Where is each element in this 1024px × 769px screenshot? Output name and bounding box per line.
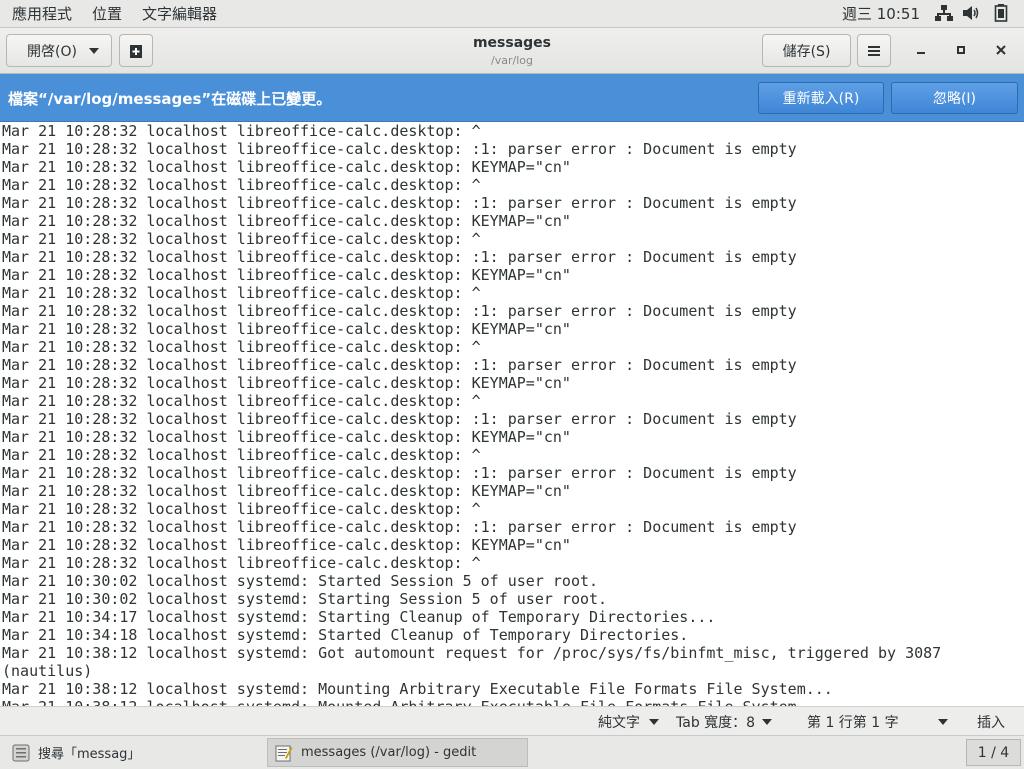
status-bar: 純文字 Tab 寬度：8 第 1 行第 1 字 插入 [0,706,1024,735]
chevron-down-icon [89,48,99,54]
text-line: Mar 21 10:28:32 localhost libreoffice-ca… [2,140,797,158]
chevron-down-icon [649,719,659,725]
text-editor-area[interactable]: Mar 21 10:28:32 localhost libreoffice-ca… [0,122,1024,706]
top-bar: 應用程式 位置 文字編輯器 週三 10:51 [0,0,1024,28]
taskbar-item-label: 搜尋「messag」 [38,747,141,762]
app-menu[interactable]: 文字編輯器 [132,3,227,24]
volume-icon[interactable] [962,4,980,22]
new-document-icon [130,44,142,58]
text-line: Mar 21 10:38:12 localhost systemd: Mount… [2,680,833,698]
text-line: Mar 21 10:28:32 localhost libreoffice-ca… [2,536,571,554]
file-manager-icon [12,744,30,761]
taskbar-item-gedit[interactable]: messages (/var/log) - gedit [267,738,528,767]
maximize-button[interactable] [949,38,973,62]
workspace-pager[interactable]: 1 / 4 [966,739,1021,766]
text-line: Mar 21 10:38:12 localhost systemd: Mount… [2,698,806,706]
text-line: Mar 21 10:30:02 localhost systemd: Start… [2,572,599,590]
text-line: Mar 21 10:28:32 localhost libreoffice-ca… [2,554,481,572]
reload-button[interactable]: 重新載入(R) [758,82,884,114]
text-line: Mar 21 10:28:32 localhost libreoffice-ca… [2,320,571,338]
minimize-icon [917,52,925,54]
text-line: Mar 21 10:28:32 localhost libreoffice-ca… [2,356,797,374]
syntax-selector[interactable]: 純文字 [598,712,640,732]
text-line: (nautilus) [2,662,93,680]
minimize-button[interactable] [909,38,933,62]
text-line: Mar 21 10:28:32 localhost libreoffice-ca… [2,392,481,410]
close-button[interactable] [989,38,1013,62]
text-line: Mar 21 10:34:17 localhost systemd: Start… [2,608,716,626]
text-line: Mar 21 10:28:32 localhost libreoffice-ca… [2,446,481,464]
taskbar-item-search[interactable]: 搜尋「messag」 [4,738,262,767]
text-line: Mar 21 10:28:32 localhost libreoffice-ca… [2,212,571,230]
window-subtitle: /var/log [491,54,533,67]
tab-width-selector[interactable]: Tab 寬度：8 [676,712,755,732]
text-line: Mar 21 10:28:32 localhost libreoffice-ca… [2,482,571,500]
open-button-label: 開啓(O) [27,43,77,60]
text-line: Mar 21 10:28:32 localhost libreoffice-ca… [2,158,571,176]
open-button[interactable]: 開啓(O) [6,34,112,67]
maximize-icon [957,46,965,54]
text-line: Mar 21 10:28:32 localhost libreoffice-ca… [2,176,481,194]
hamburger-menu-button[interactable] [857,34,891,67]
text-line: Mar 21 10:28:32 localhost libreoffice-ca… [2,428,571,446]
header-bar: 開啓(O) messages /var/log 儲存(S) [0,28,1024,74]
clock[interactable]: 週三 10:51 [842,3,920,24]
save-button[interactable]: 儲存(S) [762,34,851,67]
battery-icon[interactable] [992,4,1010,22]
text-line: Mar 21 10:28:32 localhost libreoffice-ca… [2,338,481,356]
chevron-down-icon [938,719,948,725]
insert-mode-indicator[interactable]: 插入 [977,712,1005,732]
ignore-button[interactable]: 忽略(I) [891,82,1018,114]
window-title: messages [472,35,552,51]
network-icon[interactable] [935,4,953,22]
infobar-message: 檔案“/var/log/messages”在磁碟上已變更。 [8,90,332,108]
hamburger-icon [868,45,880,56]
text-line: Mar 21 10:28:32 localhost libreoffice-ca… [2,410,797,428]
text-line: Mar 21 10:28:32 localhost libreoffice-ca… [2,374,571,392]
places-menu[interactable]: 位置 [82,3,132,24]
new-document-button[interactable] [119,34,153,67]
text-line: Mar 21 10:28:32 localhost libreoffice-ca… [2,122,481,140]
text-line: Mar 21 10:28:32 localhost libreoffice-ca… [2,302,797,320]
text-line: Mar 21 10:28:32 localhost libreoffice-ca… [2,518,797,536]
taskbar-item-label: messages (/var/log) - gedit [301,745,477,760]
text-line: Mar 21 10:34:18 localhost systemd: Start… [2,626,689,644]
text-line: Mar 21 10:30:02 localhost systemd: Start… [2,590,608,608]
text-line: Mar 21 10:28:32 localhost libreoffice-ca… [2,464,797,482]
chevron-down-icon [762,719,772,725]
text-line: Mar 21 10:28:32 localhost libreoffice-ca… [2,248,797,266]
text-line: Mar 21 10:28:32 localhost libreoffice-ca… [2,230,481,248]
text-editor-icon [275,745,293,761]
text-line: Mar 21 10:38:12 localhost systemd: Got a… [2,644,942,662]
close-icon [996,45,1006,55]
cursor-position[interactable]: 第 1 行第 1 字 [807,712,899,732]
taskbar: 搜尋「messag」 messages (/var/log) - gedit 1… [0,735,1024,769]
file-changed-infobar: 檔案“/var/log/messages”在磁碟上已變更。 重新載入(R) 忽略… [0,74,1024,122]
text-line: Mar 21 10:28:32 localhost libreoffice-ca… [2,266,571,284]
text-line: Mar 21 10:28:32 localhost libreoffice-ca… [2,194,797,212]
text-line: Mar 21 10:28:32 localhost libreoffice-ca… [2,500,481,518]
applications-menu[interactable]: 應用程式 [0,3,82,24]
text-line: Mar 21 10:28:32 localhost libreoffice-ca… [2,284,481,302]
